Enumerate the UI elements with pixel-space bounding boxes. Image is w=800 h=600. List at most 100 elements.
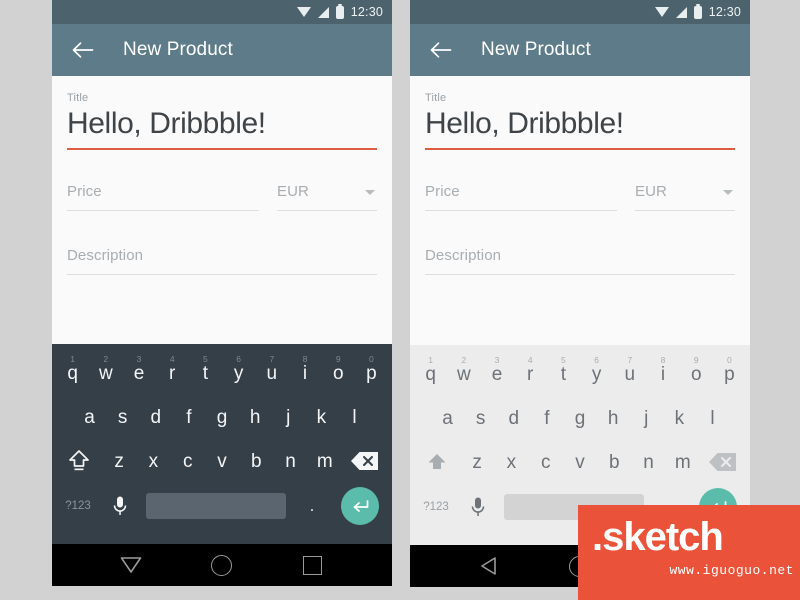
key-number-hint: 6 bbox=[594, 355, 599, 365]
shift-key[interactable] bbox=[56, 448, 102, 474]
key-number-hint: 8 bbox=[660, 355, 666, 365]
key-h[interactable]: h bbox=[239, 395, 272, 439]
nav-home-button[interactable] bbox=[199, 544, 245, 586]
key-c[interactable]: c bbox=[171, 439, 205, 483]
key-letter: o bbox=[332, 362, 344, 384]
key-letter: p bbox=[366, 362, 377, 384]
price-field[interactable]: Price bbox=[67, 183, 259, 212]
key-x[interactable]: x bbox=[136, 439, 170, 483]
key-letter: t bbox=[202, 362, 209, 384]
key-w[interactable]: 2w bbox=[447, 352, 480, 396]
period-key[interactable]: . bbox=[292, 496, 332, 516]
status-time: 12:30 bbox=[350, 5, 383, 19]
screenshot-stage: 12:30 New Product Title Hello, Dribbble!… bbox=[0, 0, 800, 600]
key-y[interactable]: 6y bbox=[222, 351, 255, 395]
key-n[interactable]: n bbox=[631, 440, 665, 484]
back-button[interactable] bbox=[424, 33, 458, 67]
key-u[interactable]: 7u bbox=[613, 352, 646, 396]
key-number-hint: 9 bbox=[335, 354, 341, 364]
key-e[interactable]: 3e bbox=[122, 351, 155, 395]
key-o[interactable]: 9o bbox=[680, 352, 713, 396]
key-i[interactable]: 8i bbox=[288, 351, 321, 395]
back-button[interactable] bbox=[66, 33, 100, 67]
key-a[interactable]: a bbox=[431, 396, 464, 440]
key-k[interactable]: k bbox=[663, 396, 696, 440]
app-bar: New Product bbox=[52, 24, 392, 76]
key-y[interactable]: 6y bbox=[580, 352, 613, 396]
nav-back-button[interactable] bbox=[108, 544, 154, 586]
description-field[interactable]: Description bbox=[425, 247, 735, 276]
key-g[interactable]: g bbox=[563, 396, 596, 440]
key-letter: j bbox=[644, 407, 649, 429]
key-k[interactable]: k bbox=[305, 395, 338, 439]
key-p[interactable]: 0p bbox=[355, 351, 388, 395]
key-r[interactable]: 4r bbox=[156, 351, 189, 395]
mic-key[interactable] bbox=[458, 496, 498, 518]
mic-key[interactable] bbox=[100, 495, 140, 517]
key-f[interactable]: f bbox=[530, 396, 563, 440]
key-letter: r bbox=[527, 363, 534, 385]
key-j[interactable]: j bbox=[272, 395, 305, 439]
key-r[interactable]: 4r bbox=[514, 352, 547, 396]
key-q[interactable]: 1q bbox=[56, 351, 89, 395]
key-letter: z bbox=[472, 451, 482, 473]
key-i[interactable]: 8i bbox=[646, 352, 679, 396]
key-x[interactable]: x bbox=[494, 440, 528, 484]
key-d[interactable]: d bbox=[497, 396, 530, 440]
key-m[interactable]: m bbox=[666, 440, 700, 484]
key-d[interactable]: d bbox=[139, 395, 172, 439]
currency-select[interactable]: EUR bbox=[277, 183, 377, 212]
key-h[interactable]: h bbox=[597, 396, 630, 440]
key-t[interactable]: 5t bbox=[547, 352, 580, 396]
currency-underline bbox=[277, 210, 377, 212]
key-u[interactable]: 7u bbox=[255, 351, 288, 395]
key-z[interactable]: z bbox=[102, 439, 136, 483]
symbols-key[interactable]: ?123 bbox=[56, 500, 100, 512]
product-form: Title Hello, Dribbble! Price EUR Descrip… bbox=[52, 76, 392, 344]
key-p[interactable]: 0p bbox=[713, 352, 746, 396]
keyboard-row-3: z x c v b nm bbox=[414, 440, 746, 484]
key-b[interactable]: b bbox=[597, 440, 631, 484]
description-field[interactable]: Description bbox=[67, 247, 377, 276]
key-v[interactable]: v bbox=[205, 439, 239, 483]
title-input[interactable]: Hello, Dribbble! bbox=[67, 106, 377, 141]
app-bar: New Product bbox=[410, 24, 750, 76]
key-g[interactable]: g bbox=[205, 395, 238, 439]
key-m[interactable]: m bbox=[308, 439, 342, 483]
key-letter: l bbox=[352, 406, 357, 428]
key-z[interactable]: z bbox=[460, 440, 494, 484]
key-q[interactable]: 1q bbox=[414, 352, 447, 396]
key-l[interactable]: l bbox=[338, 395, 371, 439]
key-o[interactable]: 9o bbox=[322, 351, 355, 395]
space-key[interactable] bbox=[146, 493, 286, 519]
key-t[interactable]: 5t bbox=[189, 351, 222, 395]
signal-icon bbox=[317, 6, 329, 18]
currency-select[interactable]: EUR bbox=[635, 183, 735, 212]
price-field[interactable]: Price bbox=[425, 183, 617, 212]
key-c[interactable]: c bbox=[529, 440, 563, 484]
nav-back-button[interactable] bbox=[466, 545, 512, 587]
shift-key[interactable] bbox=[414, 449, 460, 475]
title-input[interactable]: Hello, Dribbble! bbox=[425, 106, 735, 141]
currency-value: EUR bbox=[277, 183, 309, 201]
symbols-key[interactable]: ?123 bbox=[414, 501, 458, 513]
key-v[interactable]: v bbox=[563, 440, 597, 484]
key-b[interactable]: b bbox=[239, 439, 273, 483]
backspace-key[interactable] bbox=[342, 450, 388, 472]
backspace-icon bbox=[709, 453, 736, 471]
period-key-label: . bbox=[309, 496, 315, 515]
nav-recents-button[interactable] bbox=[290, 544, 336, 586]
key-f[interactable]: f bbox=[172, 395, 205, 439]
backspace-key[interactable] bbox=[700, 451, 746, 473]
key-l[interactable]: l bbox=[696, 396, 729, 440]
key-s[interactable]: s bbox=[106, 395, 139, 439]
key-s[interactable]: s bbox=[464, 396, 497, 440]
key-a[interactable]: a bbox=[73, 395, 106, 439]
key-letter: a bbox=[442, 407, 453, 429]
key-e[interactable]: 3e bbox=[480, 352, 513, 396]
enter-key[interactable] bbox=[332, 487, 388, 525]
keyboard-dark[interactable]: 1q2w3e4r5t6y7u8i9o0p asdfghjkl zxcvbnm ?… bbox=[52, 344, 392, 544]
key-j[interactable]: j bbox=[630, 396, 663, 440]
key-w[interactable]: 2w bbox=[89, 351, 122, 395]
key-n[interactable]: n bbox=[273, 439, 307, 483]
